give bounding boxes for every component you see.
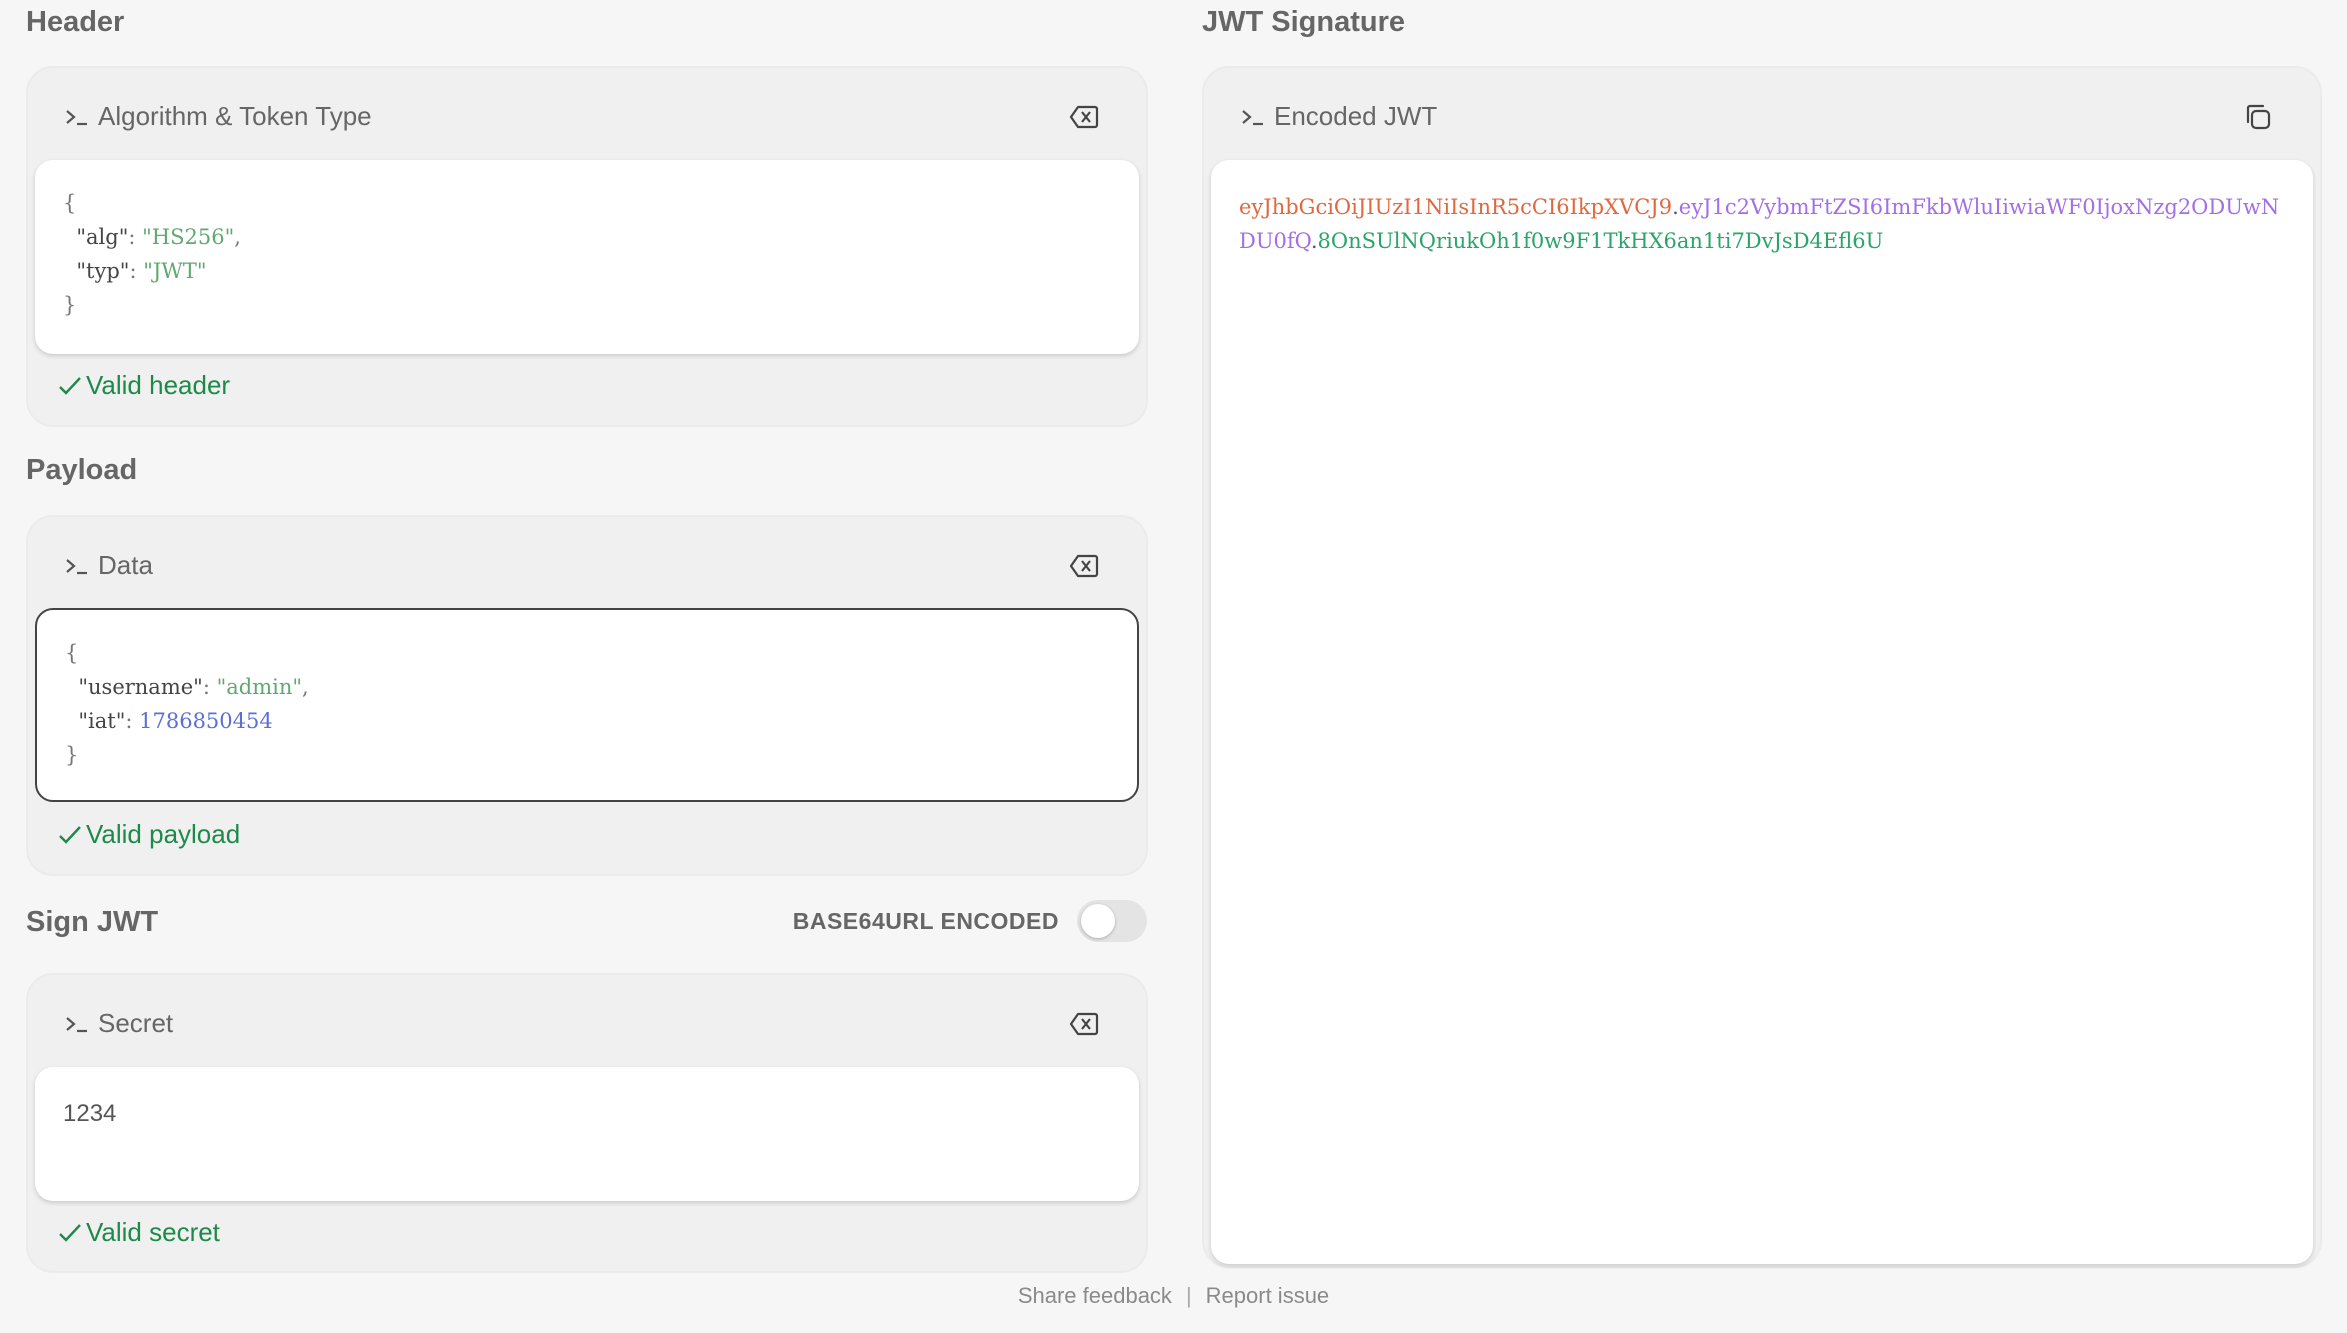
clear-header-button[interactable]	[1066, 99, 1102, 135]
report-issue-link[interactable]: Report issue	[1206, 1283, 1330, 1309]
check-icon	[59, 376, 81, 395]
code-brace-open: {	[65, 641, 79, 665]
json-key: "alg"	[76, 225, 129, 249]
sign-section-title: Sign JWT	[26, 906, 159, 938]
check-icon	[59, 825, 81, 844]
encoded-jwt-text: eyJhbGciOiJIUzI1NiIsInR5cCI6IkpXVCJ9.eyJ…	[1239, 195, 2280, 253]
encoded-jwt-card-head: Encoded JWT	[1204, 68, 2320, 165]
footer: Share feedback | Report issue	[0, 1283, 2347, 1309]
code-brace-open: {	[63, 191, 77, 215]
backspace-clear-icon	[1069, 105, 1099, 128]
secret-card-label: Secret	[98, 1008, 174, 1038]
backspace-clear-icon	[1069, 1012, 1099, 1035]
code-brace-close: }	[65, 743, 79, 767]
payload-card: Data { "username": "admin", "iat": 17868…	[26, 515, 1148, 876]
payload-status: Valid payload	[58, 819, 240, 850]
code-brace-close: }	[63, 293, 77, 317]
json-key: "iat"	[78, 709, 126, 733]
header-status-text: Valid header	[86, 370, 231, 400]
secret-value: 1234	[63, 1100, 117, 1127]
header-card: Algorithm & Token Type { "alg": "HS256",…	[26, 66, 1148, 427]
terminal-prompt-icon	[66, 109, 87, 125]
base64url-toggle-label: BASE64URL ENCODED	[792, 907, 1059, 934]
encoded-jwt-card: Encoded JWT eyJhbGciOiJIUzI1NiIsInR5cCI6…	[1202, 66, 2322, 1268]
terminal-prompt-icon	[66, 1016, 87, 1032]
header-status: Valid header	[58, 370, 230, 401]
share-feedback-link[interactable]: Share feedback	[1018, 1283, 1172, 1309]
footer-separator: |	[1185, 1283, 1192, 1308]
base64url-toggle-row: BASE64URL ENCODED	[793, 900, 1147, 942]
json-string-value: "HS256"	[142, 225, 235, 249]
base64url-toggle[interactable]	[1077, 900, 1147, 942]
toggle-knob	[1081, 904, 1115, 938]
header-editor[interactable]: { "alg": "HS256", "typ": "JWT" }	[35, 160, 1139, 354]
payload-card-head: Data	[28, 517, 1146, 614]
clear-payload-button[interactable]	[1066, 548, 1102, 584]
header-section-title: Header	[26, 6, 125, 38]
json-string-value: "admin"	[216, 675, 303, 699]
clear-secret-button[interactable]	[1066, 1006, 1102, 1042]
secret-status-text: Valid secret	[86, 1217, 220, 1247]
copy-icon	[2246, 104, 2271, 129]
header-card-label: Algorithm & Token Type	[98, 101, 372, 131]
payload-status-text: Valid payload	[86, 819, 241, 849]
copy-jwt-button[interactable]	[2240, 99, 2276, 135]
check-icon	[59, 1223, 81, 1242]
payload-editor[interactable]: { "username": "admin", "iat": 1786850454…	[35, 608, 1139, 802]
json-key: "typ"	[76, 259, 130, 283]
json-key: "username"	[78, 675, 203, 699]
terminal-prompt-icon	[1242, 109, 1263, 125]
backspace-clear-icon	[1069, 554, 1099, 577]
encoded-jwt-label: Encoded JWT	[1274, 101, 1438, 131]
secret-card-head: Secret	[28, 975, 1146, 1072]
json-number-value: 1786850454	[139, 709, 273, 733]
encoded-jwt-output[interactable]: eyJhbGciOiJIUzI1NiIsInR5cCI6IkpXVCJ9.eyJ…	[1211, 160, 2313, 1264]
payload-section-title: Payload	[26, 454, 138, 486]
secret-status: Valid secret	[58, 1217, 220, 1248]
header-card-head: Algorithm & Token Type	[28, 68, 1146, 165]
jwt-header-part: eyJhbGciOiJIUzI1NiIsInR5cCI6IkpXVCJ9	[1239, 195, 1673, 219]
json-string-value: "JWT"	[143, 259, 207, 283]
terminal-prompt-icon	[66, 558, 87, 574]
payload-card-label: Data	[98, 550, 153, 580]
secret-card: Secret 1234 Valid secret	[26, 973, 1148, 1273]
jwt-signature-title: JWT Signature	[1202, 6, 1406, 38]
jwt-signature-part: 8OnSUlNQriukOh1f0w9F1TkHX6an1ti7DvJsD4Ef…	[1317, 229, 1884, 253]
secret-input[interactable]: 1234	[35, 1067, 1139, 1201]
jwt-tool-page: Header Algorithm & Token Type { "alg": "	[0, 0, 2347, 1333]
